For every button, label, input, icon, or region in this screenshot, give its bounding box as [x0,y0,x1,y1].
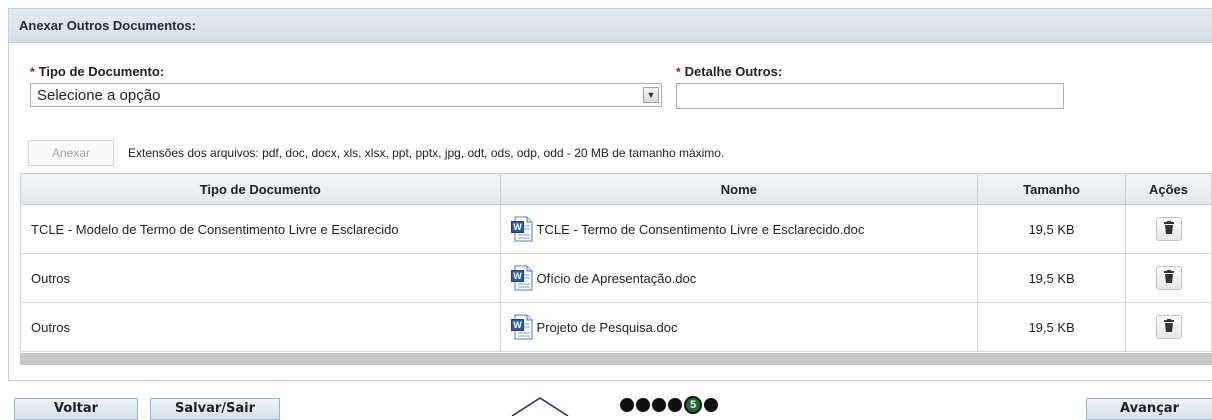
delete-button[interactable] [1155,315,1182,339]
file-name[interactable]: Projeto de Pesquisa.doc [537,320,678,335]
cell-tipo: Outros [20,302,501,352]
table-row: Outros W Projeto de Pesquisa.doc 19,5 KB [20,302,1212,352]
step-dot[interactable] [636,398,650,412]
cell-tamanho: 19,5 KB [977,204,1127,254]
step-dot[interactable] [652,398,666,412]
svg-text:W: W [513,271,522,281]
file-name[interactable]: TCLE - Termo de Consentimento Livre e Es… [537,222,865,237]
cell-tamanho: 19,5 KB [977,302,1127,352]
cell-nome: W Projeto de Pesquisa.doc [499,302,979,352]
column-header-tipo: Tipo de Documento [20,173,501,205]
allowed-extensions-text: Extensões dos arquivos: pdf, doc, docx, … [128,146,725,160]
cell-acoes [1125,253,1212,303]
trash-icon [1163,319,1174,332]
tipo-documento-select[interactable]: Selecione a opção ▼ [30,83,662,107]
file-name[interactable]: Ofício de Apresentação.doc [537,271,697,286]
table-row: Outros W Ofício de Apresentação.doc 19,5… [20,253,1212,303]
required-mark: * [30,65,35,79]
column-header-acoes: Ações [1125,173,1212,205]
word-doc-icon[interactable]: W [510,265,533,291]
trash-icon [1163,221,1174,234]
step-dot[interactable] [620,398,634,412]
current-step-dot[interactable]: 5 [684,396,702,414]
cell-tamanho: 19,5 KB [977,253,1127,303]
cell-acoes [1125,204,1212,254]
tipo-documento-label-text: Tipo de Documento: [38,64,165,79]
delete-button[interactable] [1155,217,1182,241]
trash-icon [1163,270,1174,283]
tipo-documento-selected-value: Selecione a opção [37,87,161,104]
column-header-nome: Nome [499,173,979,205]
step-dot[interactable] [668,398,682,412]
svg-text:W: W [513,222,522,232]
table-row: TCLE - Modelo de Termo de Consentimento … [20,204,1212,254]
svg-text:W: W [513,320,522,330]
step-indicator: 5 [620,396,720,414]
voltar-button[interactable]: Voltar [14,398,138,420]
cell-acoes [1125,302,1212,352]
detalhe-outros-label-text: Detalhe Outros: [684,64,783,79]
panel-title: Anexar Outros Documentos: [9,9,1212,43]
table-header-row: Tipo de Documento Nome Tamanho Ações [20,173,1212,205]
cell-nome: W Ofício de Apresentação.doc [499,253,979,303]
documents-table: Tipo de Documento Nome Tamanho Ações TCL… [20,173,1212,352]
chevron-down-icon[interactable]: ▼ [643,87,659,103]
step-dot[interactable] [704,398,718,412]
cell-nome: W TCLE - Termo de Consentimento Livre e … [499,204,979,254]
salvar-sair-button[interactable]: Salvar/Sair [150,398,280,420]
cell-tipo: TCLE - Modelo de Termo de Consentimento … [20,204,501,254]
avancar-button[interactable]: Avançar [1086,398,1212,420]
detalhe-outros-input[interactable] [676,83,1064,109]
word-doc-icon[interactable]: W [510,216,533,242]
column-header-tamanho: Tamanho [977,173,1127,205]
anexar-button[interactable]: Anexar [28,140,114,166]
caret-up-icon [511,397,569,416]
horizontal-scrollbar[interactable] [20,353,1212,365]
cell-tipo: Outros [20,253,501,303]
delete-button[interactable] [1155,266,1182,290]
tipo-documento-label: * Tipo de Documento: [30,64,164,79]
detalhe-outros-label: * Detalhe Outros: [676,64,782,79]
required-mark: * [676,65,681,79]
word-doc-icon[interactable]: W [510,314,533,340]
